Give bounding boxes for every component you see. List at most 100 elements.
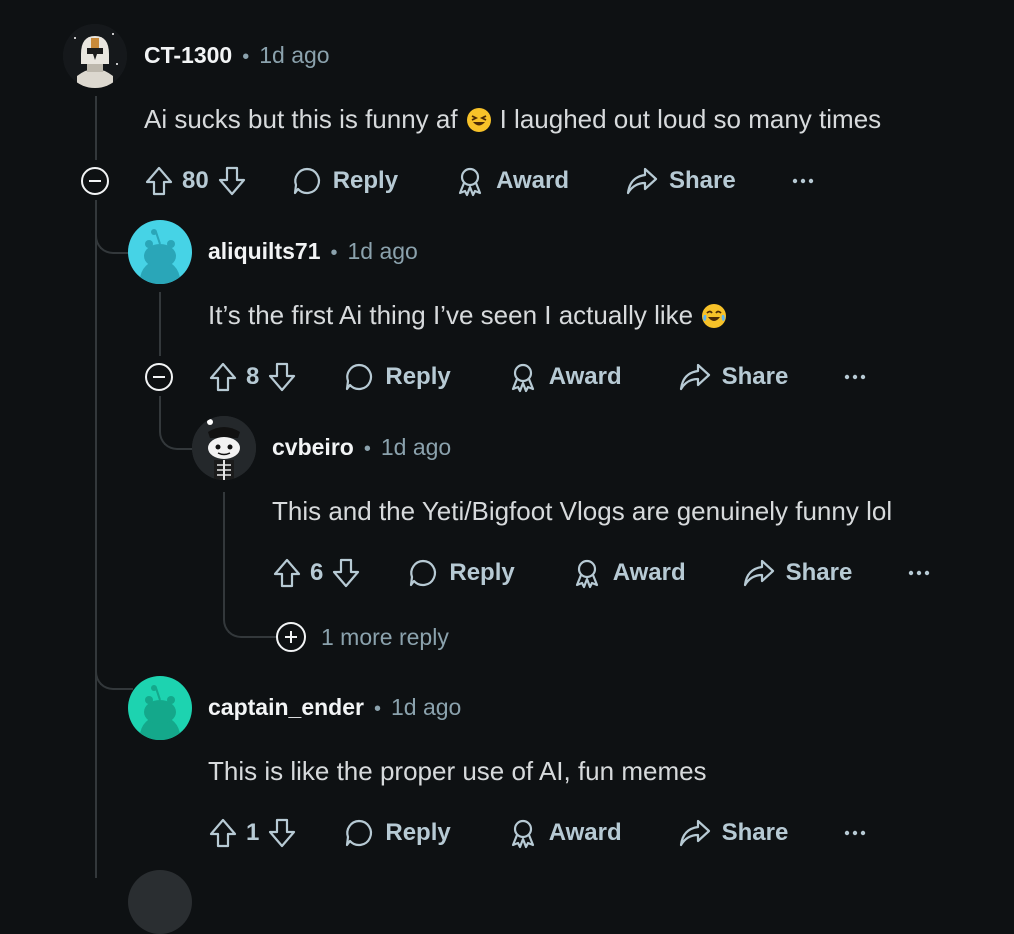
- collapse-thread-icon[interactable]: [80, 166, 110, 196]
- reply-label: Reply: [385, 363, 451, 390]
- separator-dot: •: [242, 46, 250, 68]
- share-button[interactable]: Share: [678, 817, 789, 849]
- share-label: Share: [721, 819, 789, 846]
- award-icon: [458, 167, 482, 197]
- more-options-icon[interactable]: [908, 569, 930, 577]
- upvote-icon[interactable]: [272, 557, 302, 589]
- avatar-next-comment[interactable]: [128, 870, 192, 934]
- award-button[interactable]: Award: [571, 557, 686, 589]
- username[interactable]: CT-1300: [144, 42, 232, 69]
- comment-text: This and the Yeti/Bigfoot Vlogs are genu…: [272, 496, 893, 526]
- vote-count: 6: [310, 559, 324, 586]
- timestamp[interactable]: 1d ago: [391, 694, 461, 721]
- reply-button[interactable]: Reply: [291, 165, 398, 197]
- reply-label: Reply: [449, 559, 515, 586]
- avatar-captain-ender[interactable]: [128, 676, 192, 740]
- comment-header: CT-1300 • 1d ago: [144, 42, 330, 69]
- downvote-icon[interactable]: [267, 817, 297, 849]
- reply-button[interactable]: Reply: [343, 361, 451, 393]
- downvote-icon[interactable]: [217, 165, 247, 197]
- thread-connector-cvbeiro: [159, 396, 197, 450]
- tears-of-joy-emoji-icon: [702, 303, 727, 328]
- thread-line-cvbeiro: [223, 492, 225, 602]
- share-arrow-icon: [626, 167, 658, 195]
- username[interactable]: aliquilts71: [208, 238, 320, 265]
- collapse-thread-icon[interactable]: [144, 362, 174, 392]
- timestamp[interactable]: 1d ago: [381, 434, 451, 461]
- separator-dot: •: [373, 698, 381, 720]
- vote-count: 80: [182, 167, 209, 194]
- comment-actions: 1 Reply Award Share: [208, 813, 866, 853]
- comment-body: Ai sucks but this is funny af I laughed …: [144, 104, 881, 135]
- username[interactable]: captain_ender: [208, 694, 364, 721]
- snoo-skeleton-avatar-icon: [192, 416, 256, 480]
- award-button[interactable]: Award: [507, 817, 622, 849]
- more-replies-label: 1 more reply: [321, 623, 449, 650]
- avatar-cvbeiro[interactable]: [192, 416, 256, 480]
- comment-header: aliquilts71 • 1d ago: [208, 238, 418, 265]
- share-button[interactable]: Share: [742, 557, 853, 589]
- share-arrow-icon: [743, 559, 774, 587]
- more-replies-button[interactable]: 1 more reply: [275, 621, 449, 653]
- award-button[interactable]: Award: [454, 165, 569, 197]
- downvote-icon[interactable]: [267, 361, 297, 393]
- timestamp[interactable]: 1d ago: [259, 42, 329, 69]
- comment-actions: 8 Reply Award Share: [208, 357, 866, 397]
- award-label: Award: [548, 819, 622, 846]
- upvote-icon[interactable]: [144, 165, 174, 197]
- more-options-icon[interactable]: [792, 177, 814, 185]
- upvote-icon[interactable]: [208, 817, 238, 849]
- comment-text: It’s the first Ai thing I’ve seen I actu…: [208, 300, 694, 330]
- award-label: Award: [496, 167, 569, 194]
- comment-text: This is like the proper use of AI, fun m…: [208, 756, 707, 786]
- clone-trooper-avatar-icon: [63, 24, 127, 88]
- comment-text: Ai sucks but this is funny af: [144, 104, 458, 134]
- reply-bubble-icon: [346, 363, 373, 391]
- username[interactable]: cvbeiro: [272, 434, 354, 461]
- separator-dot: •: [330, 242, 338, 264]
- more-options-icon[interactable]: [844, 829, 866, 837]
- award-label: Award: [548, 363, 622, 390]
- snoo-avatar-icon: [140, 685, 180, 740]
- vote-count: 8: [246, 363, 260, 390]
- share-button[interactable]: Share: [678, 361, 789, 393]
- snoo-avatar-icon: [140, 229, 180, 284]
- comment-actions: 6 Reply Award Share: [272, 553, 930, 593]
- reply-button[interactable]: Reply: [343, 817, 451, 849]
- award-icon: [511, 363, 534, 393]
- reply-button[interactable]: Reply: [407, 557, 515, 589]
- more-options-icon[interactable]: [844, 373, 866, 381]
- share-label: Share: [785, 559, 853, 586]
- comment-text-continued: I laughed out loud so many times: [499, 104, 882, 134]
- comment-header: captain_ender • 1d ago: [208, 694, 461, 721]
- reply-label: Reply: [385, 819, 451, 846]
- award-button[interactable]: Award: [507, 361, 622, 393]
- reply-bubble-icon: [410, 559, 437, 587]
- reply-bubble-icon: [293, 167, 320, 195]
- separator-dot: •: [363, 438, 371, 460]
- timestamp[interactable]: 1d ago: [348, 238, 418, 265]
- thread-line-aliquilts: [159, 292, 161, 356]
- reply-label: Reply: [332, 167, 399, 194]
- avatar-aliquilts71[interactable]: [128, 220, 192, 284]
- reply-bubble-icon: [346, 819, 373, 847]
- laughing-squint-emoji-icon: [466, 107, 491, 132]
- thread-connector-captain: [95, 620, 133, 690]
- share-button[interactable]: Share: [625, 165, 736, 197]
- share-label: Share: [721, 363, 789, 390]
- thread-line-root: [95, 96, 97, 160]
- comment-body: It’s the first Ai thing I’ve seen I actu…: [208, 300, 735, 331]
- avatar-ct-1300[interactable]: [63, 24, 127, 88]
- comment-body: This is like the proper use of AI, fun m…: [208, 756, 707, 787]
- expand-plus-icon: [276, 622, 306, 652]
- share-arrow-icon: [679, 363, 710, 391]
- share-label: Share: [668, 167, 736, 194]
- thread-line-root-lower: [95, 200, 97, 878]
- share-arrow-icon: [679, 819, 710, 847]
- downvote-icon[interactable]: [331, 557, 361, 589]
- comment-header: cvbeiro • 1d ago: [272, 434, 451, 461]
- upvote-icon[interactable]: [208, 361, 238, 393]
- award-label: Award: [612, 559, 686, 586]
- vote-count: 1: [246, 819, 260, 846]
- thread-connector-aliquilts: [95, 200, 133, 254]
